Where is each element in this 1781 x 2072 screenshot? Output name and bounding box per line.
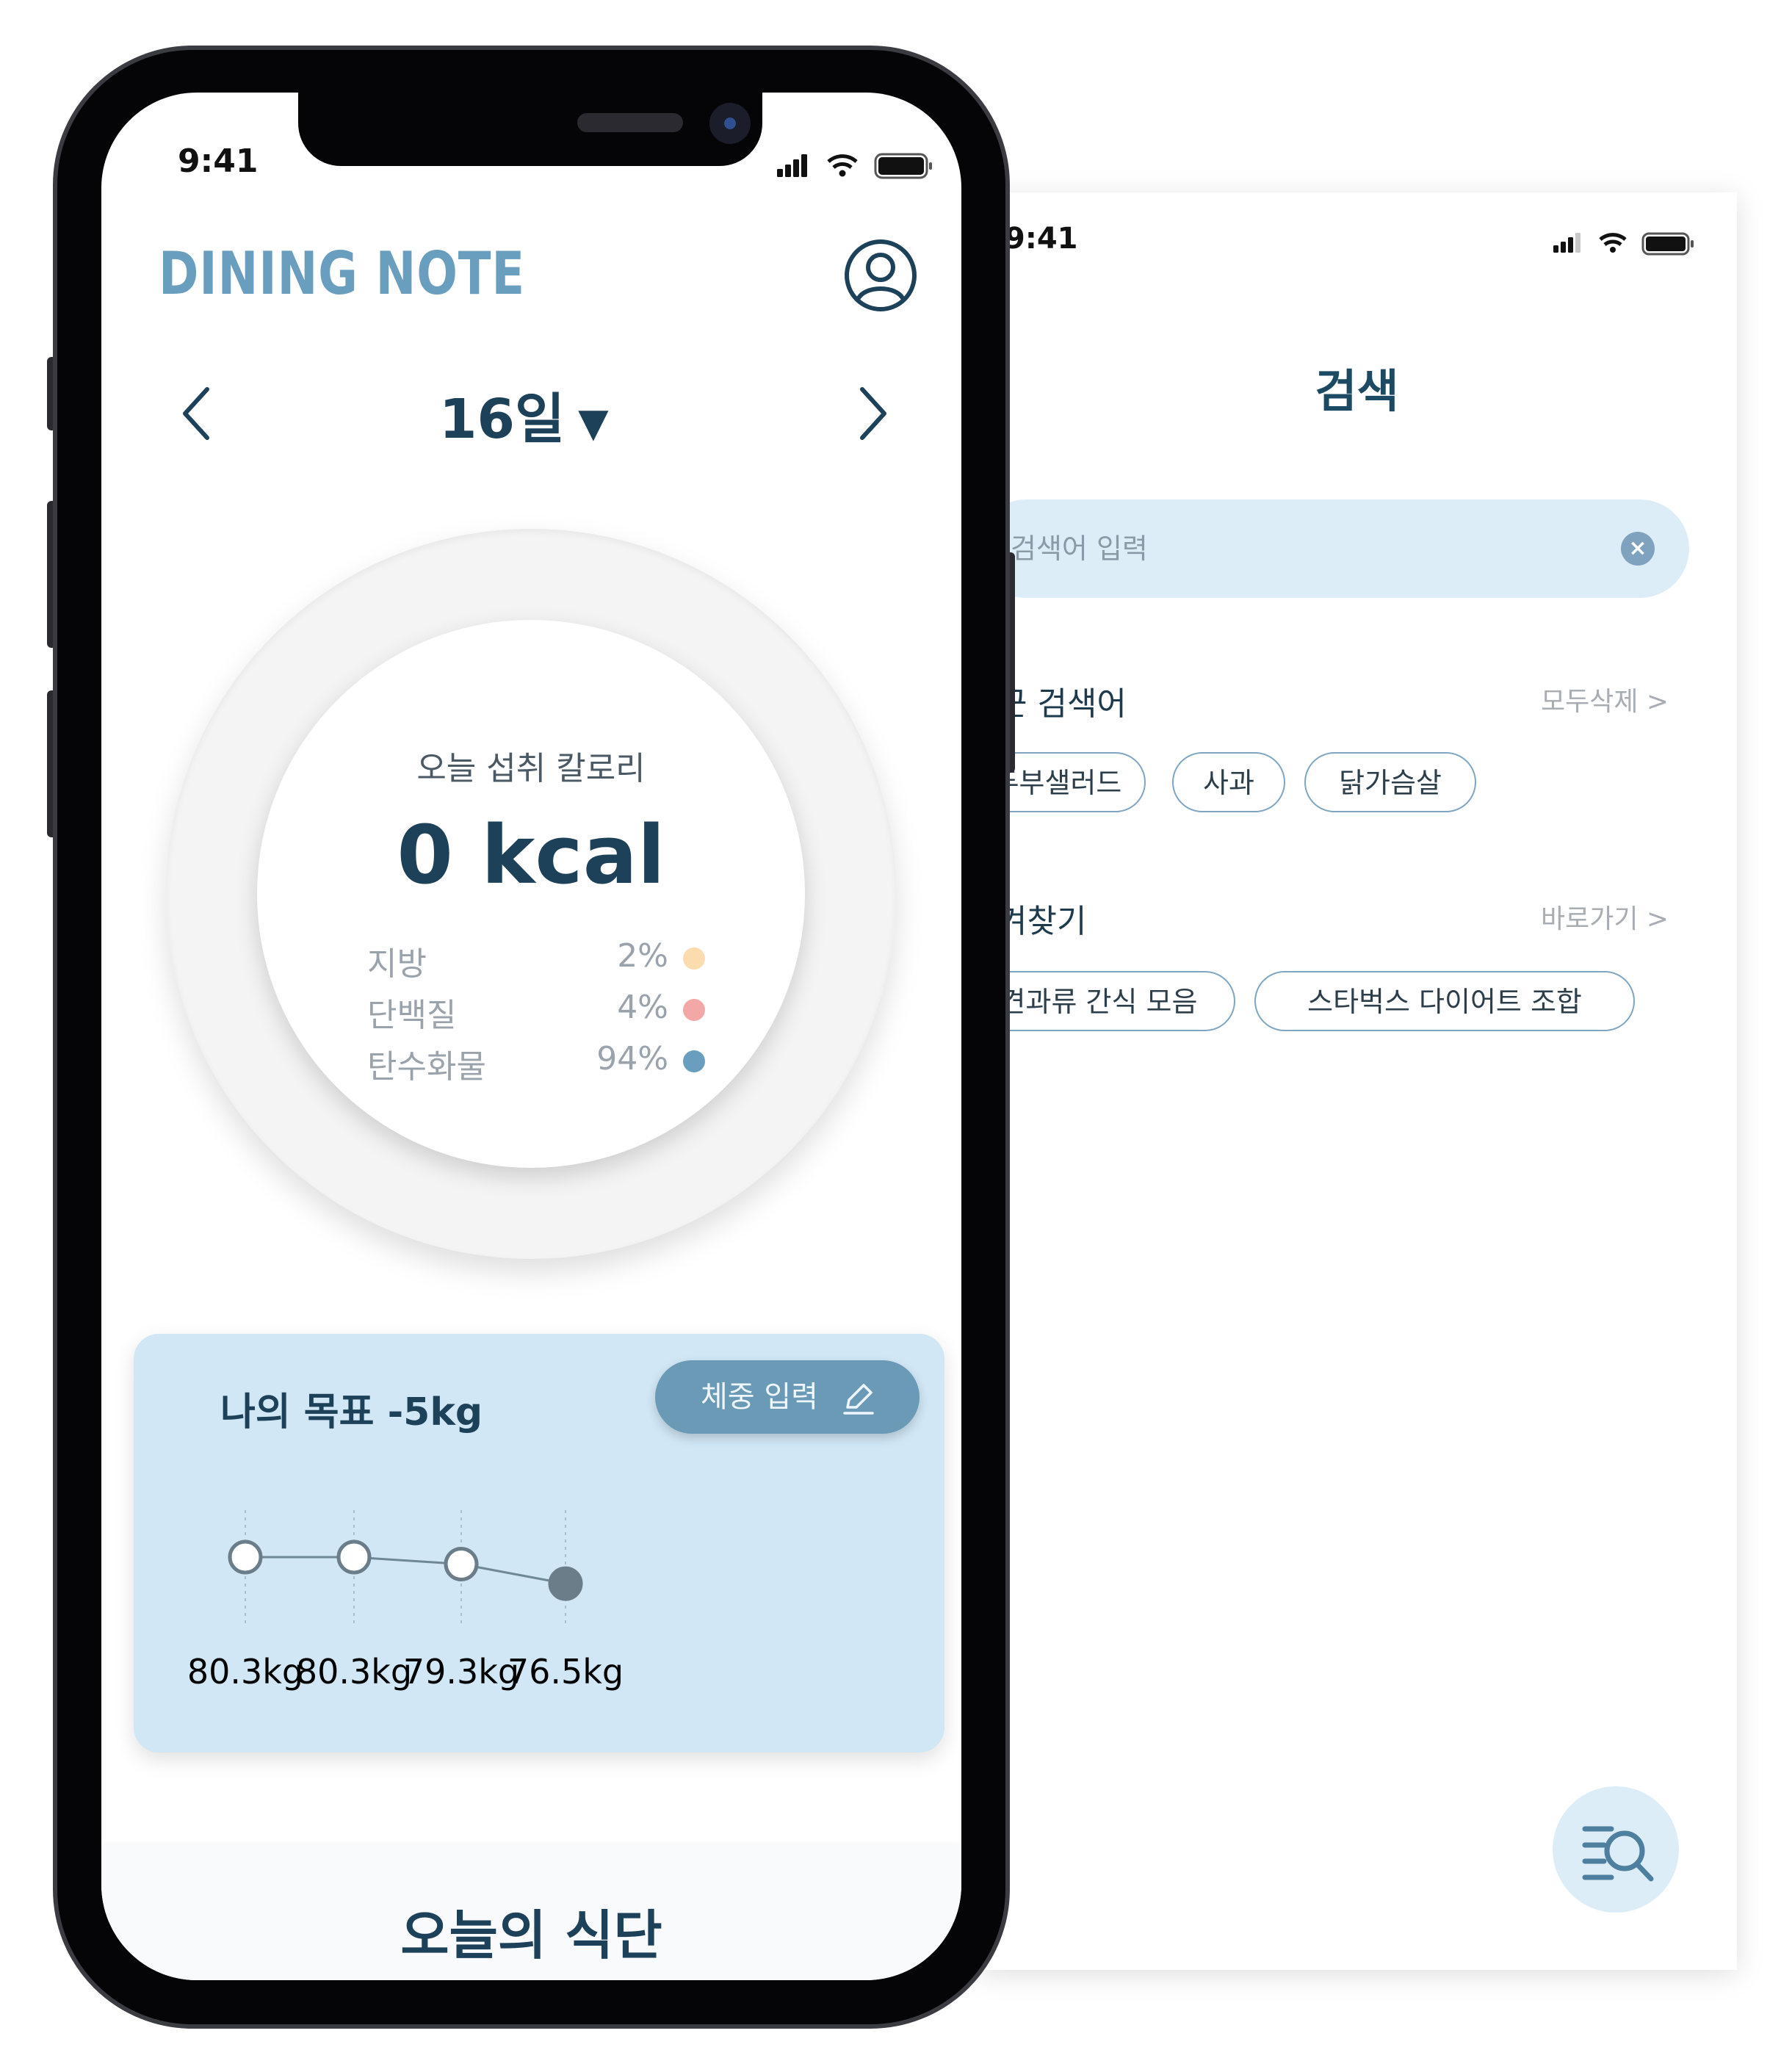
weight-point <box>444 1547 479 1581</box>
weight-label: 80.3kg <box>187 1652 303 1692</box>
macro-percent: 2% <box>617 937 668 975</box>
calorie-summary: 오늘 섭취 칼로리 0 kcal 지방 2% 단백질 4% 탄수화물 94% <box>257 620 805 1168</box>
macro-name: 탄수화물 <box>367 1048 486 1086</box>
macro-name: 지방 <box>367 945 427 983</box>
app-logo: DINING NOTE <box>159 239 526 308</box>
camera <box>709 103 751 144</box>
goal-card: 80.3kg 80.3kg 79.3kg 76.5kg 나의 목표 -5kg 체중 입… <box>134 1334 944 1752</box>
favorite-chip[interactable]: 견과류 간식 모음 <box>977 971 1235 1031</box>
date-label: 16일 <box>439 388 566 451</box>
favorites-label: 겨찾기 <box>997 903 1087 940</box>
today-meal-tab[interactable]: 오늘의 식단 <box>101 1845 961 1980</box>
calorie-value: 0 kcal <box>397 808 665 902</box>
profile-icon[interactable] <box>843 238 918 313</box>
macro-color-dot <box>683 1050 705 1072</box>
weight-label: 76.5kg <box>507 1652 624 1692</box>
status-time: 9:41 <box>1005 222 1078 256</box>
search-input[interactable] <box>1009 526 1585 571</box>
weight-trend-line <box>245 1556 566 1585</box>
macro-percent: 94% <box>596 1040 668 1077</box>
clear-icon[interactable]: × <box>1621 532 1655 566</box>
macro-name: 단백질 <box>367 997 457 1034</box>
search-list-button[interactable] <box>1553 1786 1679 1913</box>
weight-point <box>548 1566 583 1601</box>
weight-label: 79.3kg <box>403 1652 519 1692</box>
speaker <box>577 113 683 132</box>
recent-chip[interactable]: 닭가슴살 <box>1304 752 1476 812</box>
next-day-button[interactable] <box>850 380 895 447</box>
search-bar: × <box>977 499 1689 598</box>
goal-title: 나의 목표 -5kg <box>220 1390 483 1434</box>
weight-point <box>228 1539 263 1575</box>
caret-down-icon: ▼ <box>578 399 609 446</box>
prev-day-button[interactable] <box>175 380 219 447</box>
weight-label: 80.3kg <box>296 1652 412 1692</box>
calorie-label: 오늘 섭취 칼로리 <box>416 750 646 787</box>
recent-searches-label: 근 검색어 <box>997 685 1127 723</box>
notch <box>298 93 762 166</box>
search-screen: 9:41 검색 × 근 검색어 모두삭제 > 두부샐러드 사과 닭가슴살 겨찾기… <box>977 192 1737 1970</box>
recent-chip[interactable]: 사과 <box>1172 752 1285 812</box>
status-time: 9:41 <box>178 142 259 180</box>
weight-input-label: 체중 입력 <box>701 1380 818 1414</box>
status-icons <box>1553 232 1694 256</box>
today-meal-title: 오늘의 식단 <box>400 1905 662 1966</box>
search-list-icon <box>1582 1826 1654 1882</box>
favorite-chip[interactable]: 스타벅스 다이어트 조합 <box>1254 971 1635 1031</box>
page-title: 검색 <box>1315 364 1399 418</box>
macro-color-dot <box>683 947 705 970</box>
macro-percent: 4% <box>617 989 668 1026</box>
phone-screen: 9:41 DINING NOTE 16일 ▼ 오늘 섭취 칼로리 0 kcal 지… <box>101 93 961 1980</box>
go-to-favorites-link[interactable]: 바로가기 > <box>1541 898 1669 936</box>
status-icons <box>777 153 932 179</box>
date-selector[interactable]: 16일 ▼ <box>439 375 609 454</box>
weight-input-button[interactable]: 체중 입력 <box>655 1360 920 1434</box>
pencil-icon <box>843 1384 874 1415</box>
delete-all-link[interactable]: 모두삭제 > <box>1541 680 1669 718</box>
weight-point <box>336 1539 372 1575</box>
macro-color-dot <box>683 999 705 1021</box>
